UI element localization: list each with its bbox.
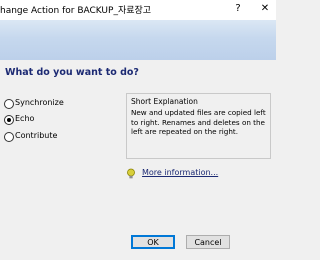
explanation-text: New and updated files are copied left to…	[131, 108, 266, 136]
radio-label[interactable]: Contribute	[15, 131, 57, 140]
radio-selected-dot	[7, 118, 11, 122]
more-information-link[interactable]: More information...	[142, 168, 218, 177]
header-banner	[0, 20, 276, 60]
radio-label[interactable]: Synchronize	[15, 98, 64, 107]
help-button[interactable]: ?	[231, 2, 245, 16]
dialog-body	[0, 60, 276, 260]
radio-circle[interactable]	[4, 99, 14, 109]
radio-contribute[interactable]: Contribute	[4, 131, 114, 143]
ok-button[interactable]: OK	[131, 235, 175, 249]
radio-circle[interactable]	[4, 132, 14, 142]
cancel-button[interactable]: Cancel	[186, 235, 230, 249]
radio-circle[interactable]	[4, 115, 14, 125]
question-heading: What do you want to do?	[5, 67, 139, 78]
radio-synchronize[interactable]: Synchronize	[4, 98, 114, 110]
radio-label[interactable]: Echo	[15, 114, 34, 123]
title-bar: hange Action for BACKUP_자료장고 ? ✕	[0, 0, 276, 20]
explanation-box: Short Explanation New and updated files …	[126, 93, 271, 159]
lightbulb-icon	[127, 168, 135, 179]
close-button[interactable]: ✕	[258, 2, 272, 16]
radio-echo[interactable]: Echo	[4, 114, 114, 126]
explanation-title: Short Explanation	[131, 97, 198, 106]
window-title: hange Action for BACKUP_자료장고	[0, 6, 152, 16]
